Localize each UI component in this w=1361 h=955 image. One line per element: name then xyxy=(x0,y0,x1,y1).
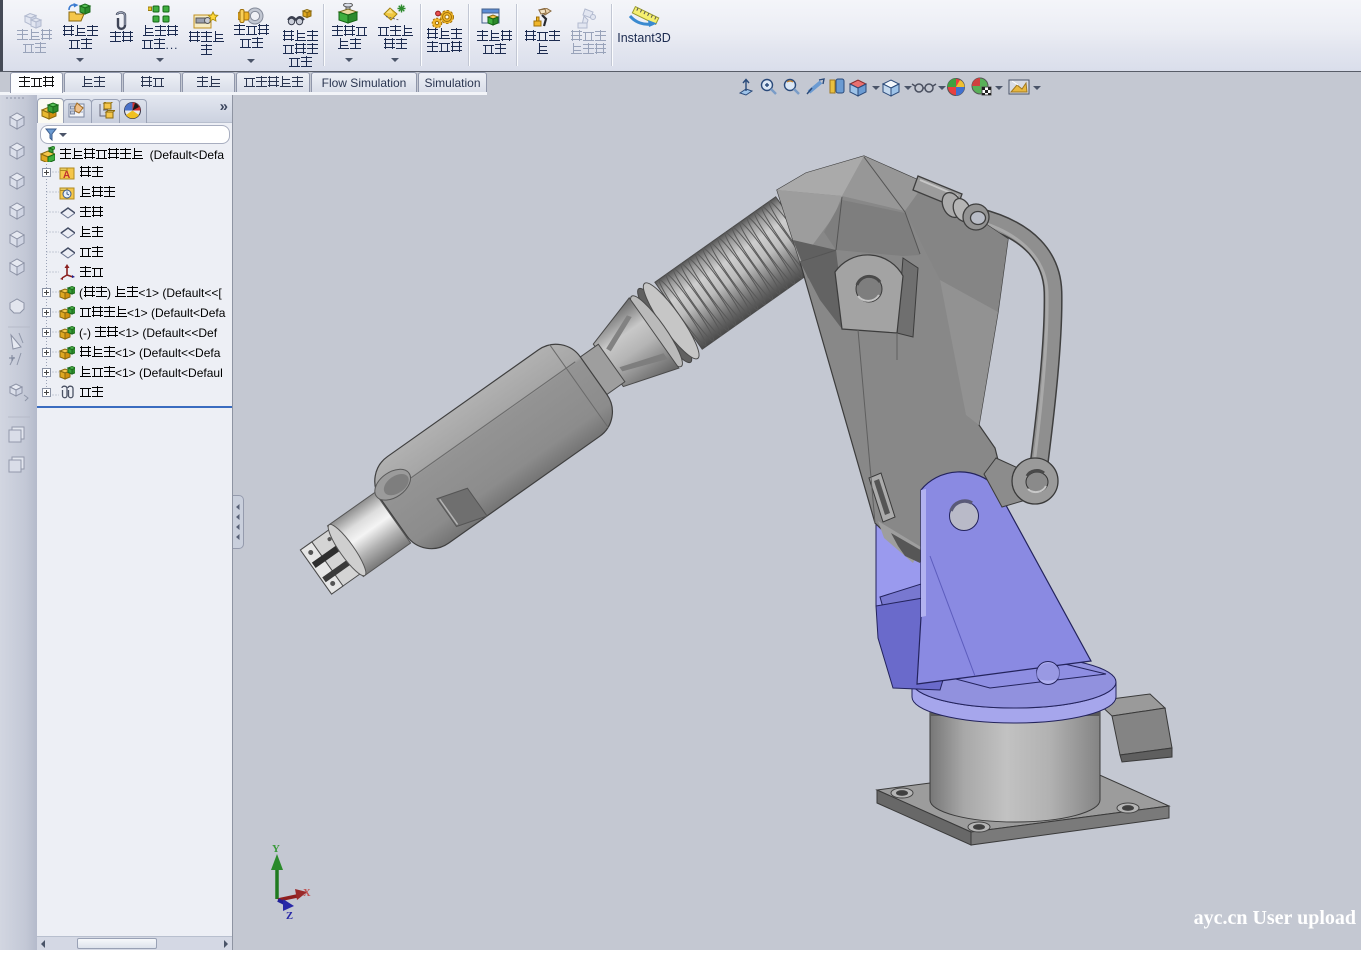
svg-text:Y: Y xyxy=(272,843,280,855)
svg-text:Z: Z xyxy=(286,911,293,922)
svg-text:A: A xyxy=(63,170,70,181)
svg-text:X: X xyxy=(303,888,311,899)
